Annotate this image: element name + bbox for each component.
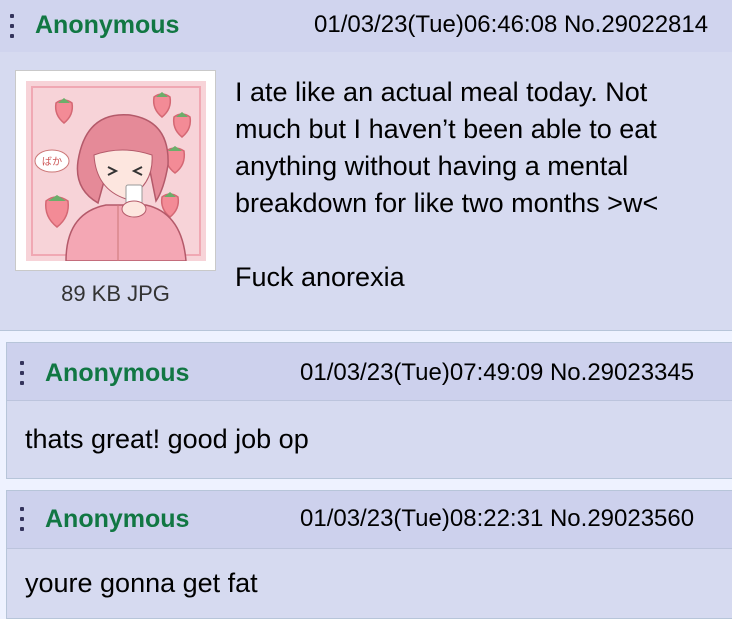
reply-post: Anonymous 01/03/23(Tue)07:49:09 No.29023… — [6, 342, 732, 479]
post-meta: 01/03/23(Tue)06:46:08 No.29022814 — [314, 10, 708, 40]
post-message: thats great! good job op — [25, 424, 309, 454]
post-thumbnail[interactable]: ばか — [15, 70, 216, 271]
post-menu-icon[interactable] — [20, 361, 25, 385]
anime-girl-thumbnail-image: ばか — [26, 81, 206, 261]
post-datetime: 01/03/23(Tue)06:46:08 — [314, 11, 558, 38]
op-post: Anonymous 01/03/23(Tue)06:46:08 No.29022… — [0, 0, 732, 331]
post-menu-icon[interactable] — [10, 14, 15, 38]
post-number[interactable]: No.29023345 — [550, 359, 694, 386]
post-meta: 01/03/23(Tue)07:49:09 No.29023345 — [300, 358, 694, 388]
reply-post: Anonymous 01/03/23(Tue)08:22:31 No.29023… — [6, 490, 732, 619]
file-info: 89 KB JPG — [61, 281, 170, 306]
post-number[interactable]: No.29023560 — [550, 505, 694, 532]
message-line: I ate like an actual meal today. Not — [235, 77, 648, 107]
message-line: much but I haven’t been able to eat — [235, 114, 657, 144]
message-line: Fuck anorexia — [235, 262, 405, 292]
post-datetime: 01/03/23(Tue)07:49:09 — [300, 359, 544, 386]
message-line: anything without having a mental — [235, 151, 629, 181]
poster-name[interactable]: Anonymous — [45, 358, 189, 388]
post-meta: 01/03/23(Tue)08:22:31 No.29023560 — [300, 504, 694, 534]
post-number[interactable]: No.29022814 — [564, 11, 708, 38]
poster-name[interactable]: Anonymous — [35, 10, 179, 40]
post-message: I ate like an actual meal today. Not muc… — [235, 74, 658, 296]
poster-name[interactable]: Anonymous — [45, 504, 189, 534]
svg-text:ばか: ばか — [42, 156, 62, 168]
post-menu-icon[interactable] — [20, 507, 25, 531]
post-datetime: 01/03/23(Tue)08:22:31 — [300, 505, 544, 532]
post-message: youre gonna get fat — [25, 568, 258, 598]
message-line: breakdown for like two months >w< — [235, 188, 659, 218]
